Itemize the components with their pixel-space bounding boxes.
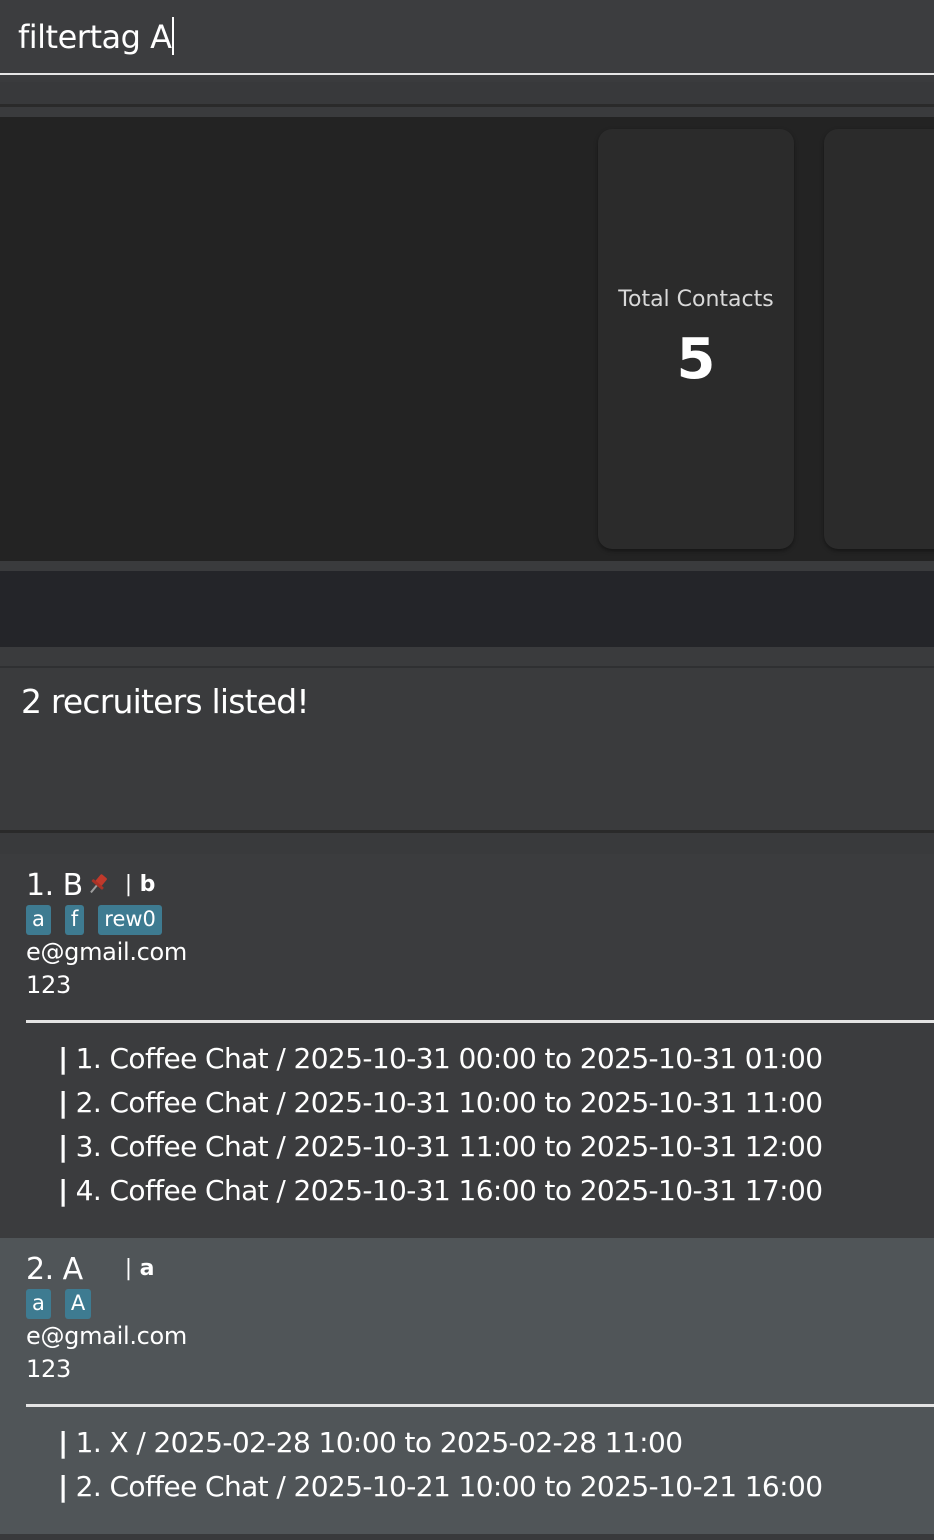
event-text: 4. Coffee Chat / 2025-10-31 16:00 to 202…: [75, 1174, 823, 1207]
command-box[interactable]: filtertag A: [0, 0, 934, 75]
event-text: 1. Coffee Chat / 2025-10-31 00:00 to 202…: [75, 1042, 823, 1075]
recruiter-header: 1. B | b: [26, 868, 155, 903]
company-name: a: [139, 1256, 155, 1281]
separator-band: [0, 107, 934, 117]
separator-band: [0, 561, 934, 571]
separator-band: [0, 833, 934, 854]
result-display: 2 recruiters listed!: [0, 668, 934, 818]
separator-band: [0, 647, 934, 666]
recruiter-phone: 123: [26, 971, 71, 999]
recruiter-card-selected[interactable]: 2. A | a a A e@gmail.com 123 | 1. X / 2025-…: [0, 1238, 934, 1534]
tag-chip: rew0: [98, 905, 162, 935]
event-item: | 1. Coffee Chat / 2025-10-31 00:00 to 20…: [58, 1042, 823, 1075]
event-marker: |: [58, 1426, 68, 1459]
event-item: | 2. Coffee Chat / 2025-10-31 10:00 to 20…: [58, 1086, 823, 1119]
event-item: | 2. Coffee Chat / 2025-10-21 10:00 to 20…: [58, 1470, 823, 1503]
pushpin-icon: [85, 870, 111, 896]
event-item: | 4. Coffee Chat / 2025-10-31 16:00 to 20…: [58, 1174, 823, 1207]
result-message: 2 recruiters listed!: [21, 682, 310, 721]
pushpin-placeholder: [85, 1254, 111, 1280]
command-text: filtertag A: [18, 18, 172, 56]
event-text: 2. Coffee Chat / 2025-10-21 10:00 to 202…: [75, 1470, 823, 1503]
stat-card-total-contacts: Total Contacts 5: [598, 129, 794, 549]
list-bottom-band: [0, 1534, 934, 1540]
recruiter-name: 1. B: [26, 868, 83, 903]
separator-band: [0, 82, 934, 104]
separator-band: [0, 818, 934, 830]
event-item: | 1. X / 2025-02-28 10:00 to 2025-02-28 1…: [58, 1426, 683, 1459]
separator-pipe: |: [124, 872, 132, 897]
text-caret: [172, 17, 175, 55]
stat-title: Total Contacts: [618, 287, 774, 312]
recruiter-phone: 123: [26, 1355, 71, 1383]
tag-chip: a: [26, 905, 51, 935]
stats-panel[interactable]: Total Contacts 5: [0, 117, 934, 561]
event-marker: |: [58, 1130, 68, 1163]
event-marker: |: [58, 1470, 68, 1503]
recruiter-header: 2. A | a: [26, 1252, 154, 1287]
recruiter-email: e@gmail.com: [26, 1322, 188, 1350]
stat-card-partial: [824, 129, 934, 549]
event-marker: |: [58, 1174, 68, 1207]
event-marker: |: [58, 1086, 68, 1119]
tag-list: a A: [26, 1289, 92, 1319]
event-text: 3. Coffee Chat / 2025-10-31 11:00 to 202…: [75, 1130, 823, 1163]
empty-panel: [0, 571, 934, 647]
command-input[interactable]: filtertag A: [18, 17, 175, 58]
recruiter-name: 2. A: [26, 1252, 83, 1287]
tag-chip: f: [64, 905, 85, 935]
event-text: 2. Coffee Chat / 2025-10-31 10:00 to 202…: [75, 1086, 823, 1119]
event-marker: |: [58, 1042, 68, 1075]
stat-value: 5: [676, 327, 716, 392]
event-text: 1. X / 2025-02-28 10:00 to 2025-02-28 11…: [75, 1426, 683, 1459]
tag-chip: a: [26, 1289, 51, 1319]
recruiter-email: e@gmail.com: [26, 938, 188, 966]
event-item: | 3. Coffee Chat / 2025-10-31 11:00 to 20…: [58, 1130, 823, 1163]
card-divider: [26, 1404, 934, 1407]
company-name: b: [139, 872, 156, 897]
recruiter-card[interactable]: 1. B | b a f rew0 e@gmail.com 123 | 1. Coff…: [0, 854, 934, 1238]
separator-pipe: |: [124, 1256, 132, 1281]
card-divider: [26, 1020, 934, 1023]
tag-list: a f rew0: [26, 905, 162, 935]
tag-chip: A: [64, 1289, 92, 1319]
